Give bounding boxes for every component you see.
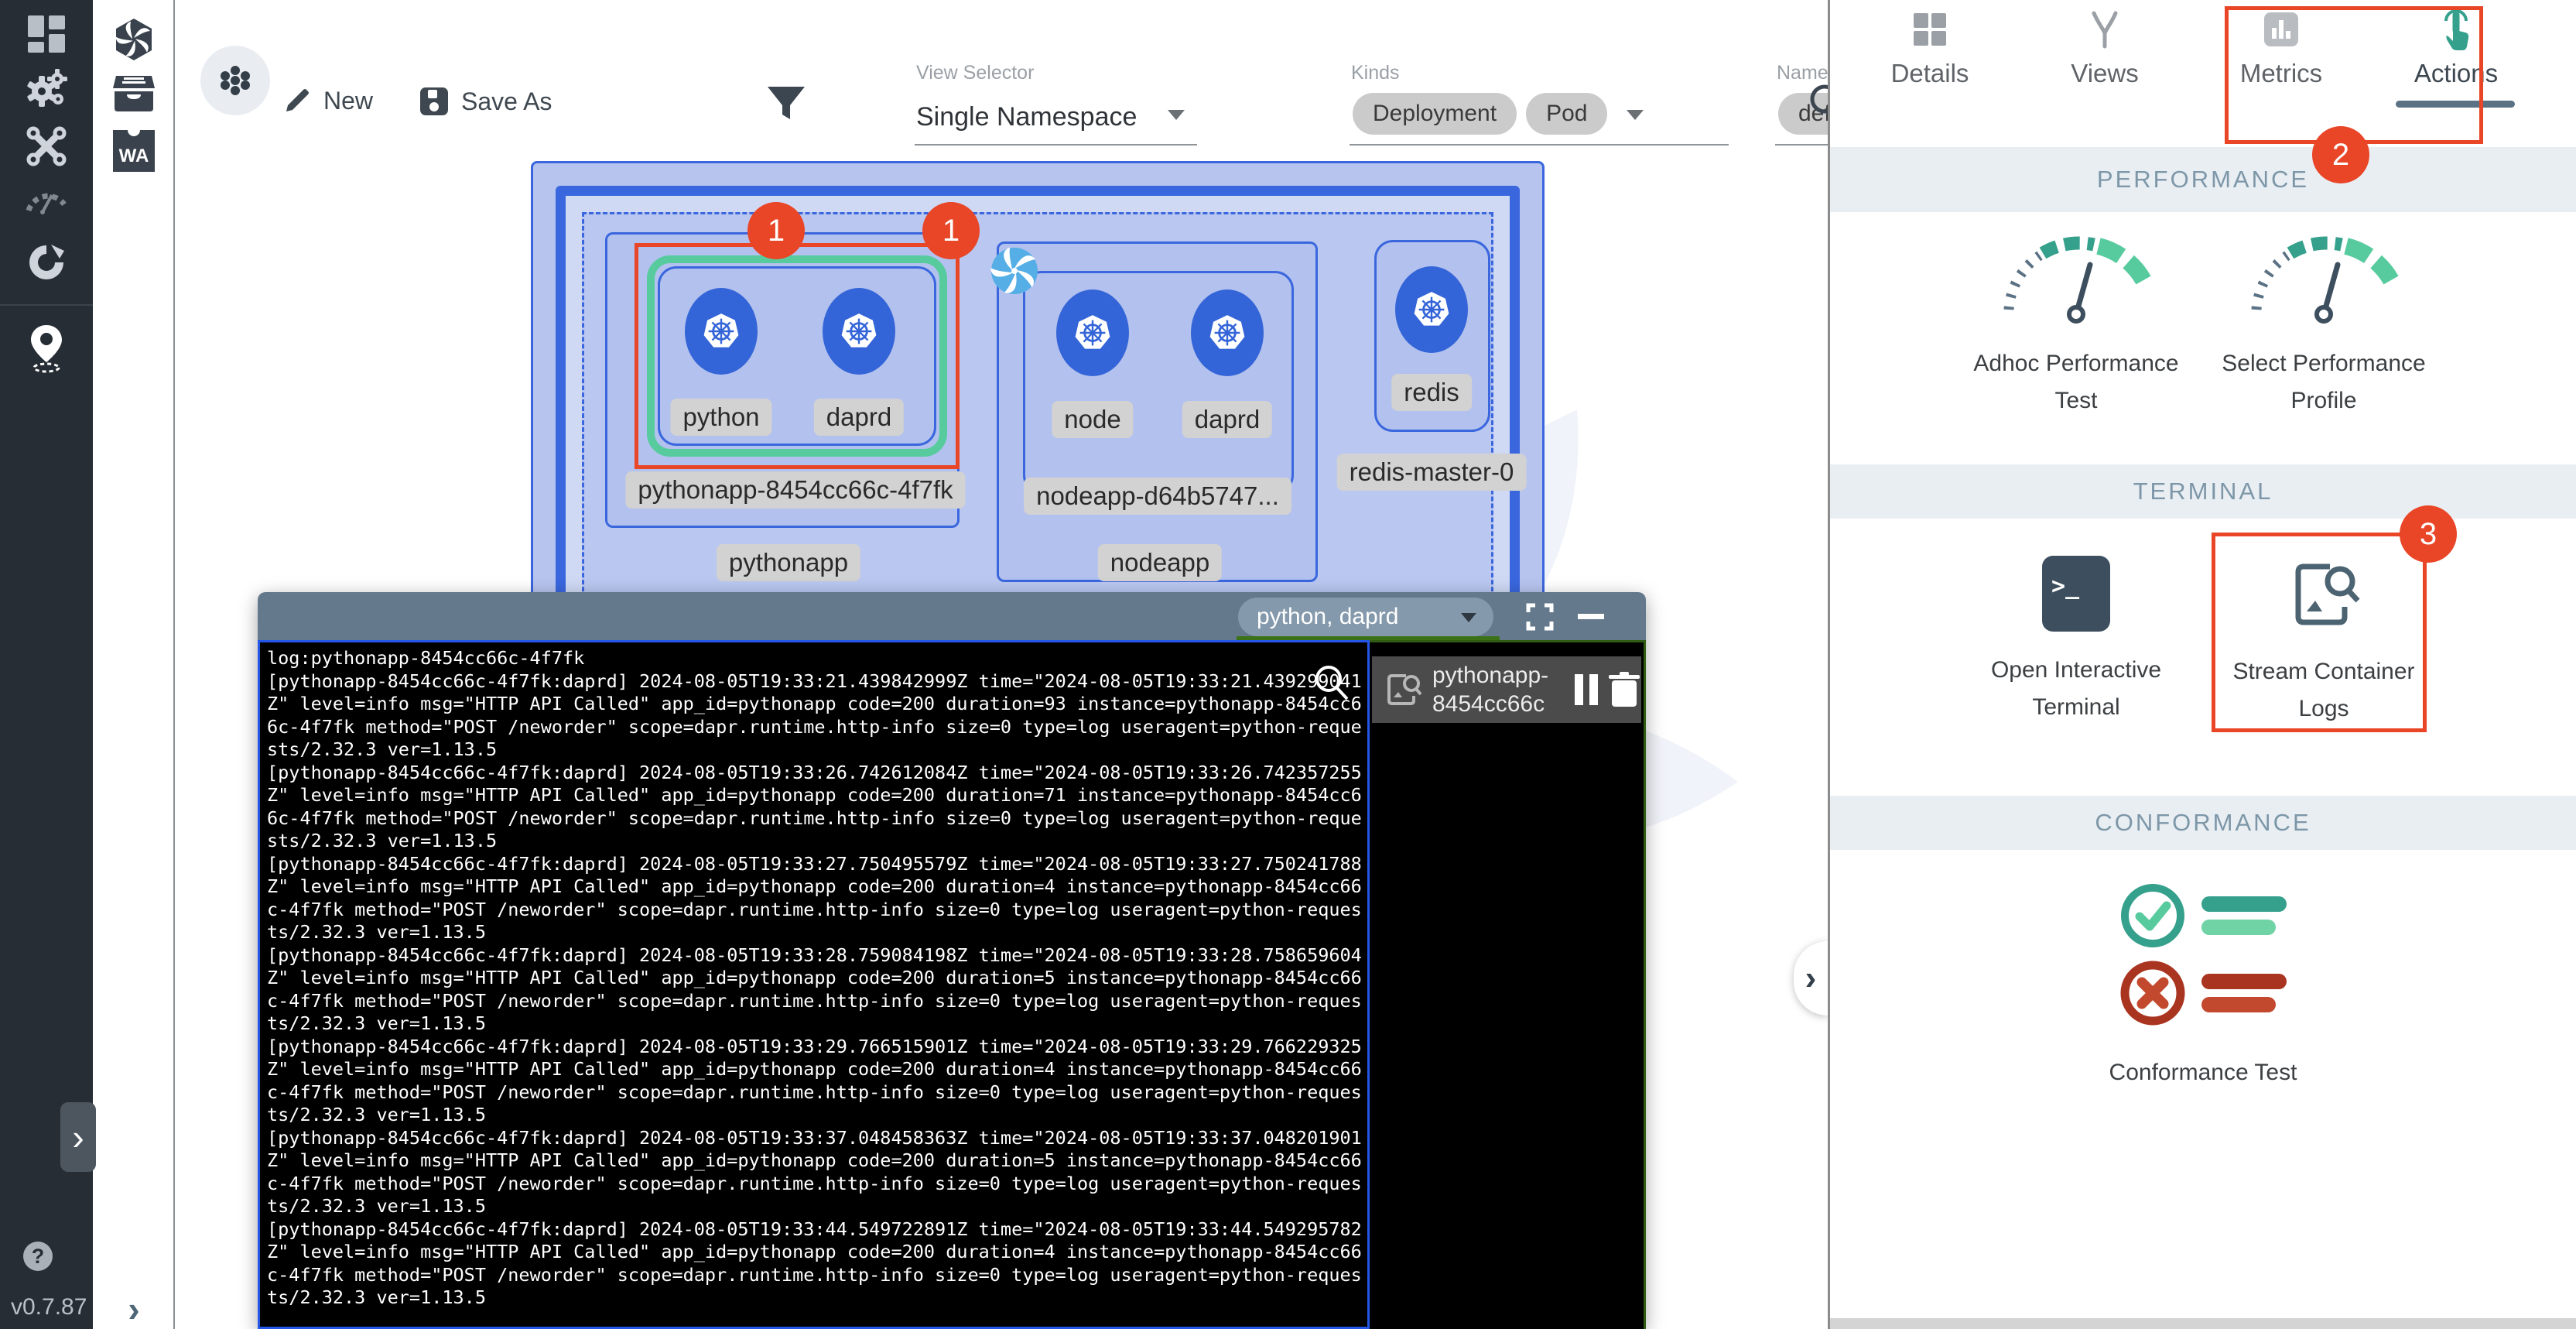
annotation-rect-3 <box>2212 533 2427 732</box>
sidebar-item-location[interactable] <box>0 324 93 373</box>
sidebar-divider <box>0 304 93 306</box>
new-button-label: New <box>323 87 373 115</box>
annotation-badge-1: 1 <box>922 202 980 259</box>
log-output-pane[interactable]: log:pythonapp-8454cc66c-4f7fk [pythonapp… <box>258 640 1370 1329</box>
log-stream-item[interactable]: pythonapp-8454cc66c <box>1372 656 1641 723</box>
app-window: 1 python daprd pythonapp-8454cc66c-4f7fk… <box>0 0 2576 1329</box>
secondary-sidebar: WA › <box>93 0 175 1329</box>
container-daprd2-icon[interactable] <box>1191 289 1264 376</box>
tab-views[interactable]: Views <box>2027 0 2182 88</box>
stream-name: pythonapp-8454cc66c <box>1432 661 1570 718</box>
pod-label: redis-master-0 <box>1337 454 1527 491</box>
pause-icon[interactable] <box>1575 674 1598 705</box>
wasm-icon[interactable]: WA <box>93 130 175 172</box>
stream-logs-icon <box>1383 670 1423 710</box>
dapr-sidecar-icon <box>990 246 1039 296</box>
container-selector-dropdown[interactable]: python, daprd <box>1238 598 1493 636</box>
service-label: pythonapp <box>717 544 860 581</box>
section-header-terminal: TERMINAL <box>1830 464 2576 519</box>
sidebar-item-performance[interactable] <box>0 181 93 215</box>
container-label: node <box>1052 401 1133 438</box>
select-performance-profile-button[interactable]: Select Performance Profile <box>2200 232 2448 420</box>
pod-label: nodeapp-d64b5747... <box>1024 478 1291 515</box>
trash-icon[interactable] <box>1607 671 1641 708</box>
panel-scrollbar-track[interactable] <box>1830 1318 2576 1329</box>
section-header-conformance: CONFORMANCE <box>1830 796 2576 850</box>
details-grid-icon <box>1852 0 2007 59</box>
meshery-flower-button[interactable] <box>200 46 270 115</box>
annotation-rect-1 <box>635 243 960 469</box>
view-selector-value[interactable]: Single Namespace <box>916 102 1137 132</box>
open-interactive-terminal-button[interactable]: >_ Open Interactive Terminal <box>1952 556 2200 726</box>
log-terminal-window: python, daprd log:pythonapp-8454cc66c-4f… <box>258 592 1646 1329</box>
log-streams-sidebar: pythonapp-8454cc66c <box>1370 640 1646 1329</box>
chevron-down-icon[interactable] <box>1168 110 1185 120</box>
dapr-logo-icon[interactable] <box>93 17 175 62</box>
kind-chip-pod[interactable]: Pod <box>1526 93 1607 135</box>
gauge-icon <box>1952 232 2200 325</box>
sidebar-item-toolkit[interactable] <box>0 124 93 169</box>
service-label: nodeapp <box>1098 544 1222 581</box>
expand-drawer-icon[interactable]: › <box>93 1288 175 1329</box>
pod-label: pythonapp-8454cc66c-4f7fk <box>625 471 965 509</box>
container-node-icon[interactable] <box>1056 289 1129 376</box>
container-label: redis <box>1391 374 1472 411</box>
new-button[interactable]: New <box>282 85 373 116</box>
save-icon <box>418 85 450 118</box>
log-search-icon[interactable] <box>1312 662 1352 702</box>
chevron-down-icon <box>1461 613 1476 622</box>
section-header-performance: PERFORMANCE <box>1830 147 2576 212</box>
archive-drawer-icon[interactable] <box>93 74 175 113</box>
version-label: v0.7.87 <box>11 1294 87 1320</box>
annotation-rect-2 <box>2225 6 2483 144</box>
container-redis-icon[interactable] <box>1395 266 1468 353</box>
fullscreen-icon[interactable] <box>1525 602 1555 632</box>
toolbar: New Save As View Selector Single Namespa… <box>175 0 1828 155</box>
kind-chip-deployment[interactable]: Deployment <box>1353 93 1517 135</box>
gauge-icon <box>2200 232 2448 325</box>
sidebar-collapse-handle[interactable]: › <box>60 1102 96 1172</box>
annotation-badge-2: 2 <box>2312 126 2369 183</box>
annotation-badge-1: 1 <box>747 202 805 259</box>
kinds-label: Kinds <box>1351 62 1400 84</box>
conformance-icon <box>2079 882 2327 1026</box>
chevron-down-icon[interactable] <box>1627 110 1644 120</box>
adhoc-performance-test-button[interactable]: Adhoc Performance Test <box>1952 232 2200 420</box>
sidebar-item-patterns[interactable] <box>0 241 93 283</box>
pencil-icon <box>282 85 313 116</box>
annotation-badge-3: 3 <box>2400 505 2457 563</box>
conformance-test-button[interactable]: Conformance Test <box>2079 882 2327 1091</box>
sidebar-item-lifecycle[interactable] <box>0 68 93 111</box>
details-panel: Details Views Metrics Actions 2 PERFORMA… <box>1828 0 2576 1329</box>
view-selector-label: View Selector <box>916 62 1034 84</box>
tab-details[interactable]: Details <box>1852 0 2007 88</box>
container-label: daprd <box>1182 401 1272 438</box>
wasm-label: WA <box>119 146 149 167</box>
views-branch-icon <box>2027 0 2182 59</box>
filter-icon[interactable] <box>765 84 808 127</box>
container-selector-value: python, daprd <box>1257 604 1398 630</box>
save-as-button-label: Save As <box>461 87 552 116</box>
help-button[interactable]: ? <box>23 1242 53 1271</box>
sidebar-item-dashboard[interactable] <box>0 14 93 54</box>
minimize-icon[interactable] <box>1578 614 1604 619</box>
terminal-icon: >_ <box>1952 556 2200 632</box>
save-as-button[interactable]: Save As <box>418 85 552 118</box>
